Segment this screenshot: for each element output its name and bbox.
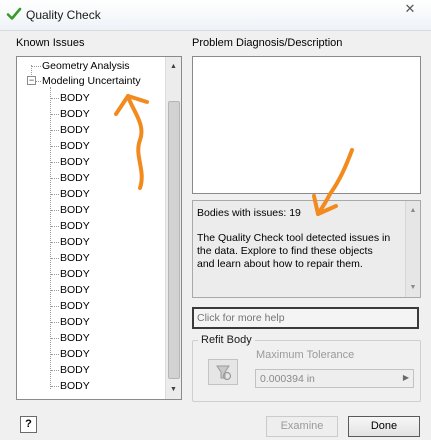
tree-item-body[interactable]: BODY — [60, 124, 90, 136]
close-button[interactable]: ✕ — [389, 0, 431, 18]
refit-body-label: Refit Body — [198, 334, 255, 346]
question-mark-icon: ? — [25, 418, 32, 430]
tree-item-body[interactable]: BODY — [60, 348, 90, 360]
known-issues-tree[interactable]: Geometry Analysis − Modeling Uncertainty… — [16, 56, 182, 400]
maximum-tolerance-value: 0.000394 in — [260, 373, 315, 385]
bodies-with-issues-text: Bodies with issues: 19 — [197, 207, 301, 219]
maximum-tolerance-label: Maximum Tolerance — [256, 349, 355, 361]
scroll-down-arrow-icon[interactable]: ▼ — [166, 382, 181, 397]
tree-item-geometry-analysis[interactable]: Geometry Analysis — [42, 60, 130, 72]
info-message-line: the data. Explore to find these objects — [197, 245, 373, 257]
tree-item-body[interactable]: BODY — [60, 316, 90, 328]
tree-connector — [51, 210, 59, 211]
scroll-thumb[interactable] — [168, 101, 180, 379]
tree-connector — [51, 322, 59, 323]
tree-item-body[interactable]: BODY — [60, 364, 90, 376]
refit-body-icon — [216, 365, 232, 381]
more-help-field[interactable] — [192, 307, 419, 329]
refit-body-button[interactable] — [208, 359, 238, 385]
tree-connector — [51, 98, 59, 99]
scroll-down-arrow-icon[interactable]: ▼ — [406, 280, 420, 295]
tree-connector — [51, 274, 59, 275]
tree-connector — [51, 370, 59, 371]
issue-info-pane: Bodies with issues: 19 The Quality Check… — [192, 200, 421, 298]
tree-connector — [51, 178, 59, 179]
maximum-tolerance-field[interactable]: 0.000394 in ▶ — [255, 369, 414, 388]
window-title: Quality Check — [26, 8, 101, 22]
tree-item-body[interactable]: BODY — [60, 268, 90, 280]
tree-item-body[interactable]: BODY — [60, 236, 90, 248]
tree-scrollbar[interactable]: ▲ ▼ — [165, 57, 181, 399]
tree-connector — [51, 338, 59, 339]
tree-item-body[interactable]: BODY — [60, 156, 90, 168]
close-icon: ✕ — [404, 1, 416, 16]
tree-connector — [51, 306, 59, 307]
examine-button[interactable]: Examine — [266, 416, 338, 437]
minus-icon: − — [28, 75, 35, 85]
scroll-up-arrow-icon[interactable]: ▲ — [166, 59, 181, 74]
tree-connector — [32, 66, 41, 67]
tree-item-body[interactable]: BODY — [60, 92, 90, 104]
tree-item-body[interactable]: BODY — [60, 380, 90, 392]
tree-connector — [51, 242, 59, 243]
scroll-up-arrow-icon[interactable]: ▲ — [406, 203, 420, 218]
tree-connector — [51, 114, 59, 115]
tree-item-body[interactable]: BODY — [60, 108, 90, 120]
known-issues-label: Known Issues — [16, 37, 85, 49]
tree-connector — [50, 87, 51, 389]
tree-item-body[interactable]: BODY — [60, 252, 90, 264]
tree-item-body[interactable]: BODY — [60, 204, 90, 216]
tree-item-body[interactable]: BODY — [60, 188, 90, 200]
tree-item-modeling-uncertainty[interactable]: Modeling Uncertainty — [42, 75, 141, 87]
tree-item-body[interactable]: BODY — [60, 140, 90, 152]
tree-connector — [51, 258, 59, 259]
tree-connector — [51, 354, 59, 355]
tree-connector — [51, 162, 59, 163]
problem-diagnosis-label: Problem Diagnosis/Description — [192, 37, 343, 49]
quality-check-dialog: Quality Check ✕ Known Issues Problem Dia… — [0, 0, 431, 440]
tree-item-body[interactable]: BODY — [60, 172, 90, 184]
tree-item-body[interactable]: BODY — [60, 220, 90, 232]
tree-item-body[interactable]: BODY — [60, 300, 90, 312]
info-message-line: and learn about how to repair them. — [197, 258, 363, 270]
tree-connector — [36, 81, 41, 82]
help-button[interactable]: ? — [20, 416, 37, 433]
info-scrollbar[interactable]: ▲ ▼ — [405, 201, 420, 297]
title-bar: Quality Check ✕ — [0, 0, 431, 31]
arrow-right-icon[interactable]: ▶ — [403, 373, 409, 382]
tree-item-body[interactable]: BODY — [60, 332, 90, 344]
tree-connector — [51, 290, 59, 291]
collapse-toggle[interactable]: − — [27, 76, 36, 85]
tree-connector — [51, 130, 59, 131]
checkmark-icon — [6, 7, 22, 20]
tree-connector — [51, 386, 59, 387]
tree-connector — [51, 226, 59, 227]
tree-item-body[interactable]: BODY — [60, 284, 90, 296]
problem-description-pane — [192, 56, 421, 194]
done-button[interactable]: Done — [348, 416, 420, 437]
tree-connector — [51, 194, 59, 195]
info-message-line: The Quality Check tool detected issues i… — [197, 232, 391, 244]
tree-connector — [51, 146, 59, 147]
